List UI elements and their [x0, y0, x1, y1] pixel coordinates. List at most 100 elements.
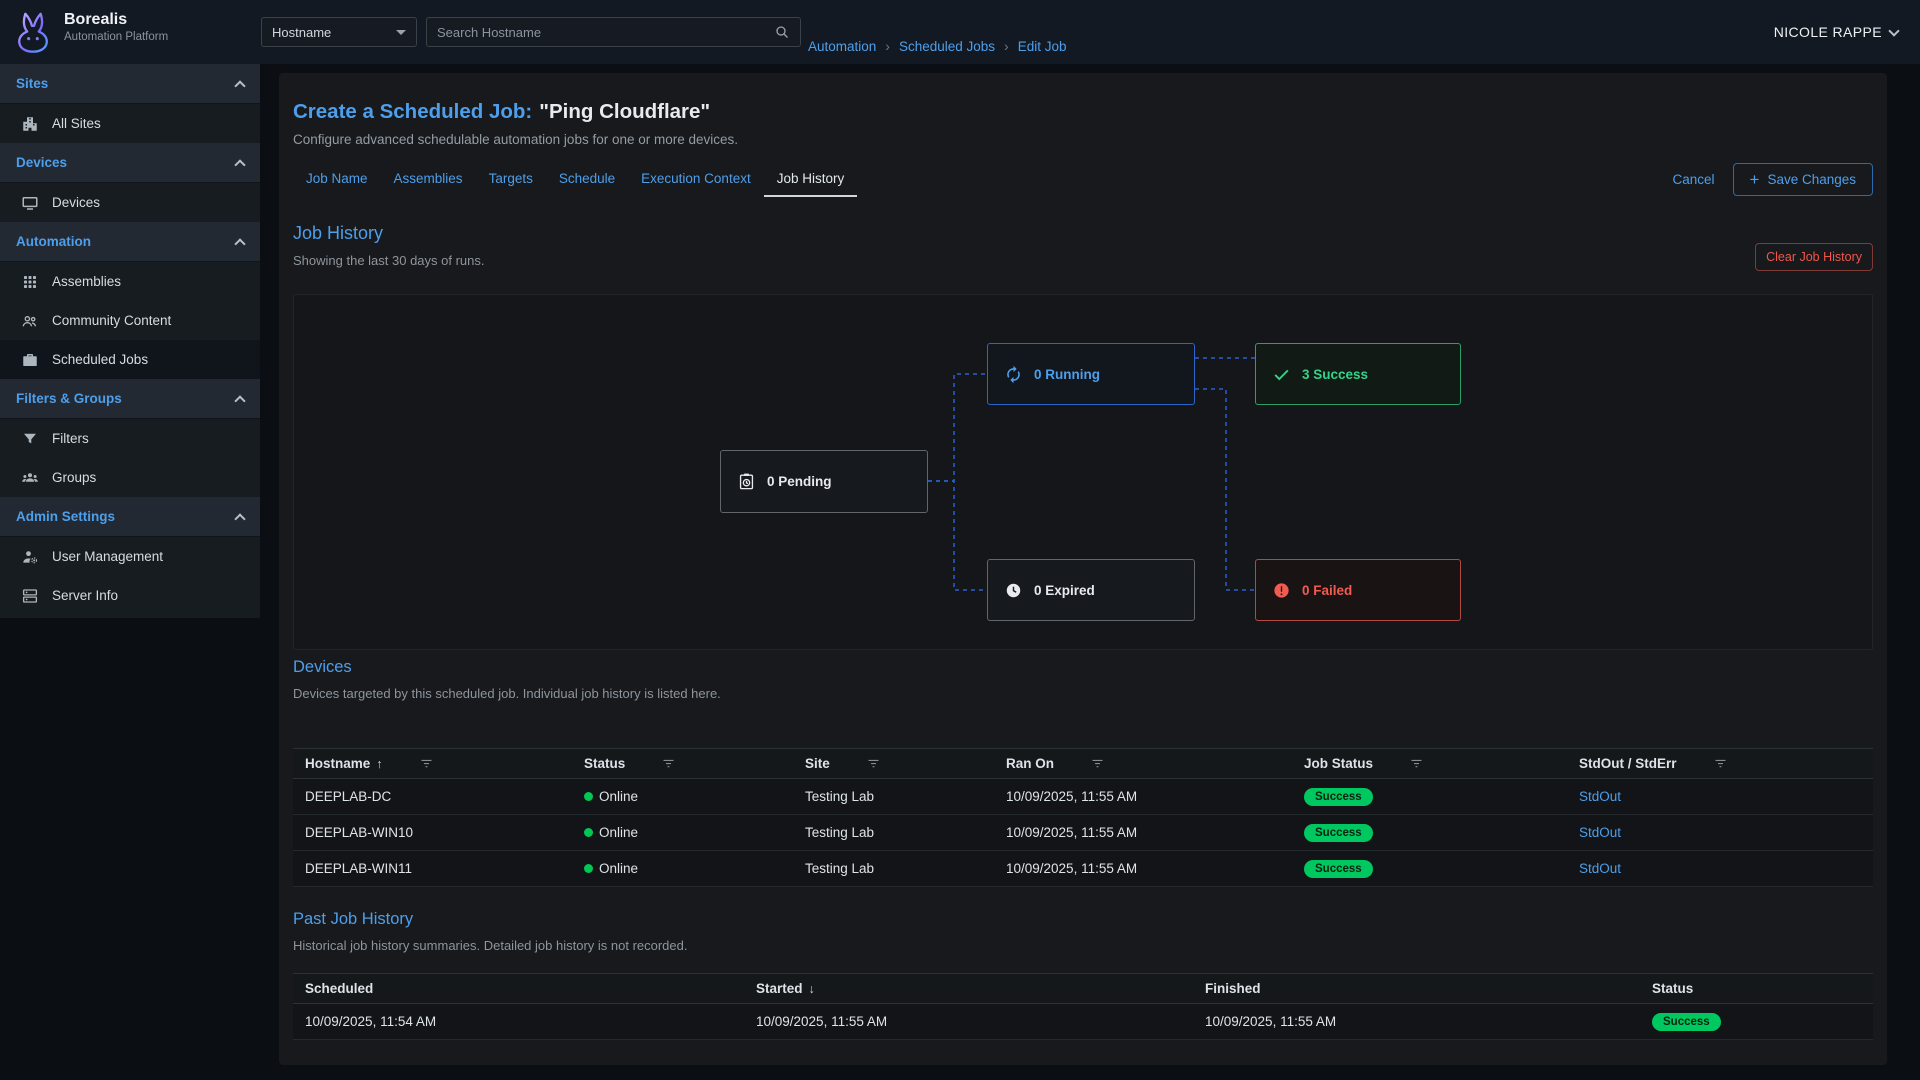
stdout-cell: StdOut — [1567, 825, 1873, 840]
filter-icon[interactable] — [661, 756, 676, 771]
stdout-link[interactable]: StdOut — [1579, 825, 1621, 840]
col-scheduled[interactable]: Scheduled — [293, 981, 744, 996]
tabs-bar: Job Name Assemblies Targets Schedule Exe… — [293, 161, 1873, 197]
tab-job-name[interactable]: Job Name — [293, 161, 381, 197]
table-row[interactable]: DEEPLAB-WIN10 Online Testing Lab 10/09/2… — [293, 815, 1873, 851]
sync-icon — [1004, 365, 1023, 384]
table-row[interactable]: DEEPLAB-DC Online Testing Lab 10/09/2025… — [293, 779, 1873, 815]
filter-icon[interactable] — [1090, 756, 1105, 771]
people-icon — [20, 311, 40, 331]
breadcrumb-link-automation[interactable]: Automation — [808, 39, 876, 54]
status-cell: Success — [1640, 1013, 1873, 1031]
sidebar-section-label: Devices — [16, 155, 67, 170]
search-input[interactable] — [437, 25, 774, 40]
devices-title: Devices — [293, 656, 1873, 678]
col-site[interactable]: Site — [793, 756, 994, 771]
breadcrumb-link-edit-job[interactable]: Edit Job — [1018, 39, 1067, 54]
breadcrumb-link-scheduled-jobs[interactable]: Scheduled Jobs — [899, 39, 995, 54]
ran-on-cell: 10/09/2025, 11:55 AM — [994, 861, 1292, 876]
job-status-cell: Success — [1292, 860, 1567, 878]
col-status[interactable]: Status — [572, 756, 793, 771]
stdout-link[interactable]: StdOut — [1579, 789, 1621, 804]
col-stdout-stderr[interactable]: StdOut / StdErr — [1567, 756, 1873, 771]
sidebar-item-label: All Sites — [52, 116, 101, 131]
past-table-header: Scheduled Started ↓ Finished Status — [293, 973, 1873, 1004]
col-hostname[interactable]: Hostname ↑ — [293, 756, 572, 771]
col-finished[interactable]: Finished — [1193, 981, 1640, 996]
sidebar-item-filters[interactable]: Filters — [0, 419, 260, 458]
job-status-flow-diagram: 0 Pending 0 Running 3 Success 0 Expired — [293, 294, 1873, 650]
sidebar-item-server-info[interactable]: Server Info — [0, 576, 260, 615]
groups-icon — [20, 468, 40, 488]
sidebar-section-sites[interactable]: Sites — [0, 64, 260, 104]
brand-name: Borealis — [64, 11, 168, 29]
past-job-history-table: Scheduled Started ↓ Finished Status 10/0… — [293, 973, 1873, 1040]
hostname-select[interactable]: Hostname — [261, 17, 417, 47]
user-menu[interactable]: NICOLE RAPPE — [1774, 0, 1898, 64]
job-status-cell: Success — [1292, 788, 1567, 806]
sidebar-item-devices[interactable]: Devices — [0, 183, 260, 222]
user-gear-icon — [20, 547, 40, 567]
sidebar-item-label: Assemblies — [52, 274, 121, 289]
sort-asc-icon[interactable]: ↑ — [376, 757, 382, 771]
sidebar-section-label: Filters & Groups — [16, 391, 122, 406]
flow-success-box[interactable]: 3 Success — [1255, 343, 1461, 405]
sidebar-section-filters-groups[interactable]: Filters & Groups — [0, 379, 260, 419]
chevron-up-icon — [234, 395, 245, 406]
flow-expired-box[interactable]: 0 Expired — [987, 559, 1195, 621]
table-row[interactable]: 10/09/2025, 11:54 AM 10/09/2025, 11:55 A… — [293, 1004, 1873, 1040]
sort-desc-icon[interactable]: ↓ — [809, 982, 815, 996]
filter-icon[interactable] — [1409, 756, 1424, 771]
sidebar-item-groups[interactable]: Groups — [0, 458, 260, 497]
hostname-cell: DEEPLAB-WIN11 — [293, 861, 572, 876]
stdout-link[interactable]: StdOut — [1579, 861, 1621, 876]
col-ran-on[interactable]: Ran On — [994, 756, 1292, 771]
flow-running-box[interactable]: 0 Running — [987, 343, 1195, 405]
sidebar-section-devices[interactable]: Devices — [0, 143, 260, 183]
col-job-status[interactable]: Job Status — [1292, 756, 1567, 771]
sidebar-item-all-sites[interactable]: All Sites — [0, 104, 260, 143]
cancel-button[interactable]: Cancel — [1672, 161, 1714, 197]
status-cell: Online — [572, 825, 793, 840]
flow-failed-box[interactable]: 0 Failed — [1255, 559, 1461, 621]
col-status[interactable]: Status — [1640, 981, 1873, 996]
online-dot — [584, 792, 593, 801]
job-history-title: Job History — [293, 221, 1873, 245]
hostname-searchbox[interactable] — [426, 17, 801, 47]
apps-grid-icon — [20, 272, 40, 292]
sidebar-item-community-content[interactable]: Community Content — [0, 301, 260, 340]
col-started[interactable]: Started ↓ — [744, 981, 1193, 996]
pending-clipboard-icon — [737, 472, 756, 491]
tab-execution-context[interactable]: Execution Context — [628, 161, 764, 197]
table-row[interactable]: DEEPLAB-WIN11 Online Testing Lab 10/09/2… — [293, 851, 1873, 887]
stdout-cell: StdOut — [1567, 861, 1873, 876]
main-panel: Create a Scheduled Job:"Ping Cloudflare"… — [279, 73, 1887, 1065]
column-label: StdOut / StdErr — [1579, 756, 1677, 771]
sidebar-item-label: Server Info — [52, 588, 118, 603]
sidebar-item-scheduled-jobs[interactable]: Scheduled Jobs — [0, 340, 260, 379]
sidebar-item-assemblies[interactable]: Assemblies — [0, 262, 260, 301]
flow-pending-box[interactable]: 0 Pending — [720, 450, 928, 513]
sidebar-item-label: Devices — [52, 195, 100, 210]
filter-icon[interactable] — [866, 756, 881, 771]
tab-job-history[interactable]: Job History — [764, 161, 858, 197]
tab-assemblies[interactable]: Assemblies — [381, 161, 476, 197]
sidebar-section-automation[interactable]: Automation — [0, 222, 260, 262]
ran-on-cell: 10/09/2025, 11:55 AM — [994, 825, 1292, 840]
scheduled-cell: 10/09/2025, 11:54 AM — [293, 1014, 744, 1029]
column-label: Status — [584, 756, 625, 771]
tab-schedule[interactable]: Schedule — [546, 161, 628, 197]
sidebar-item-user-management[interactable]: User Management — [0, 537, 260, 576]
save-changes-button[interactable]: + Save Changes — [1733, 163, 1874, 196]
clear-job-history-button[interactable]: Clear Job History — [1755, 243, 1873, 271]
filter-icon[interactable] — [1713, 756, 1728, 771]
flow-failed-label: 0 Failed — [1302, 583, 1352, 598]
hostname-select-value: Hostname — [272, 25, 331, 40]
column-label: Site — [805, 756, 830, 771]
sidebar-section-admin-settings[interactable]: Admin Settings — [0, 497, 260, 537]
chevron-up-icon — [234, 80, 245, 91]
filter-icon[interactable] — [419, 756, 434, 771]
flow-running-label: 0 Running — [1034, 367, 1100, 382]
sidebar-item-label: Groups — [52, 470, 96, 485]
tab-targets[interactable]: Targets — [476, 161, 546, 197]
